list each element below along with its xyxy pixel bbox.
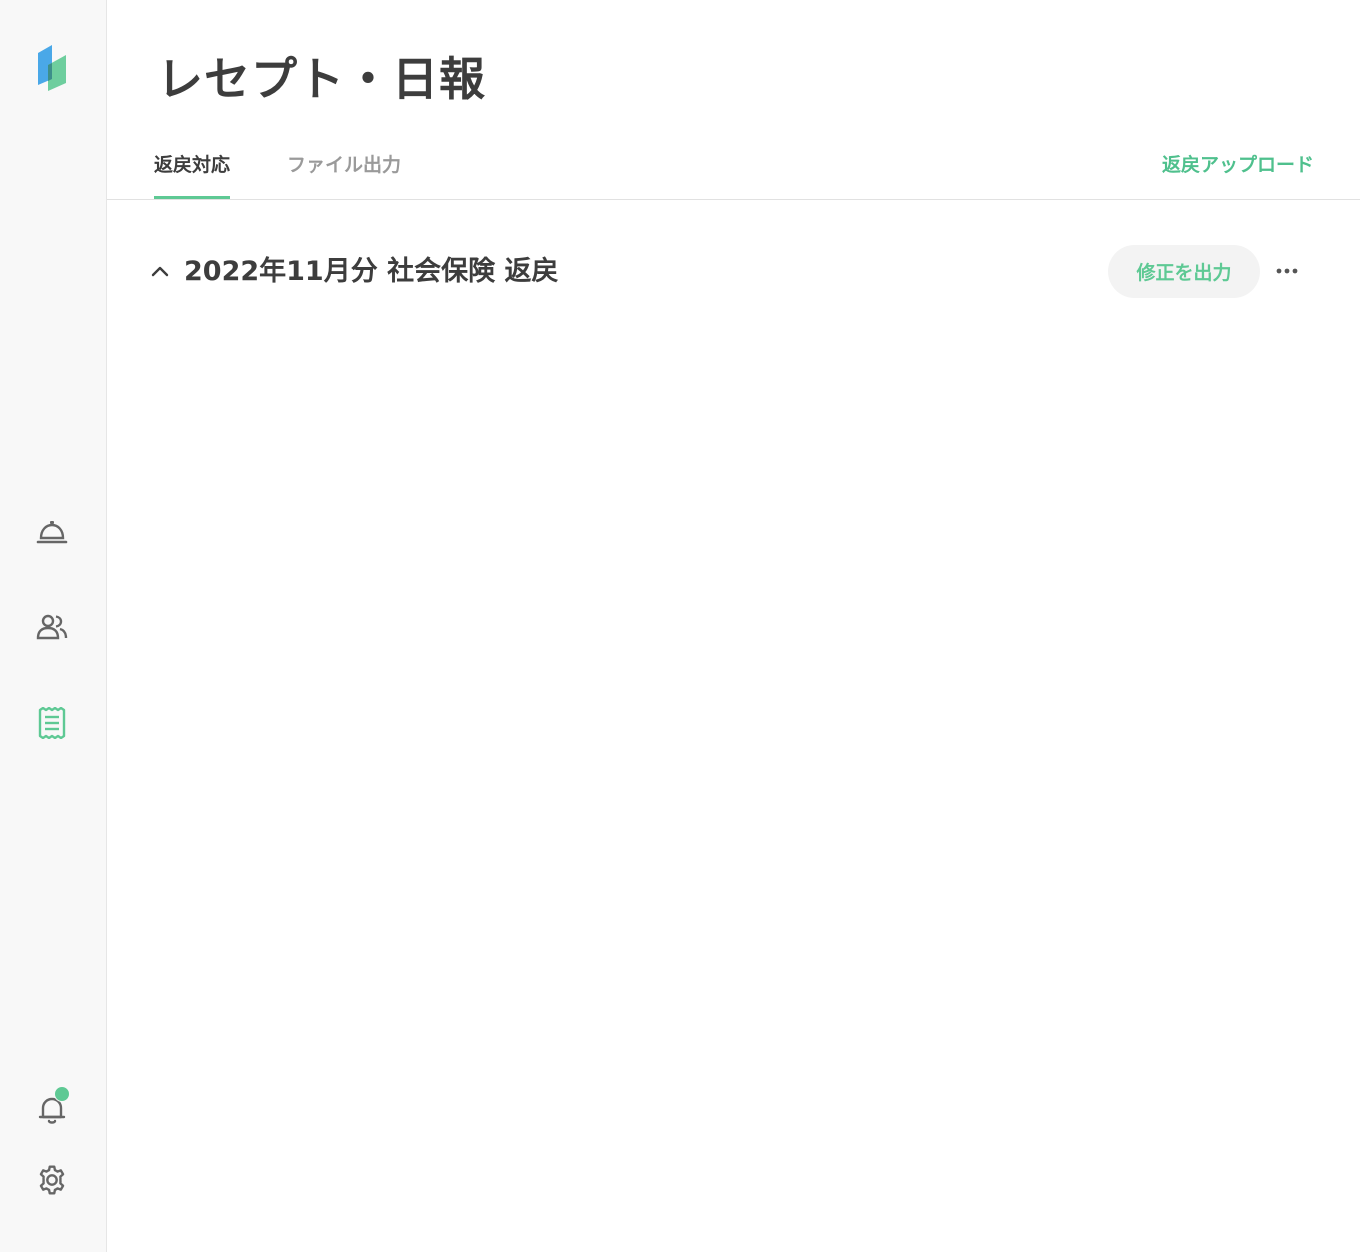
notification-bell-icon[interactable] — [36, 1086, 70, 1126]
people-icon[interactable] — [36, 611, 68, 643]
gear-icon[interactable] — [36, 1164, 68, 1196]
app-logo-icon[interactable] — [36, 43, 68, 93]
export-corrections-button[interactable]: 修正を出力 — [1108, 245, 1260, 298]
tab-file-output[interactable]: ファイル出力 — [287, 152, 401, 198]
sidebar — [0, 0, 107, 1252]
section-title: 2022年11月分 社会保険 返戻 — [184, 256, 559, 287]
tab-returns[interactable]: 返戻対応 — [154, 152, 231, 199]
upload-returns-link[interactable]: 返戻アップロード — [1162, 152, 1314, 178]
section-header: 2022年11月分 社会保険 返戻 修正を出力 — [147, 244, 1312, 300]
more-options-icon[interactable] — [1272, 258, 1302, 284]
receipt-icon[interactable] — [36, 707, 68, 739]
main-content: レセプト・日報 返戻対応 ファイル出力 返戻アップロード 2022年11月分 社… — [107, 0, 1360, 1252]
tab-bar: 返戻対応 ファイル出力 返戻アップロード — [107, 140, 1360, 200]
notification-badge — [54, 1086, 70, 1102]
chevron-up-icon[interactable] — [147, 258, 173, 284]
page-title: レセプト・日報 — [157, 52, 486, 106]
service-bell-icon[interactable] — [36, 516, 68, 548]
